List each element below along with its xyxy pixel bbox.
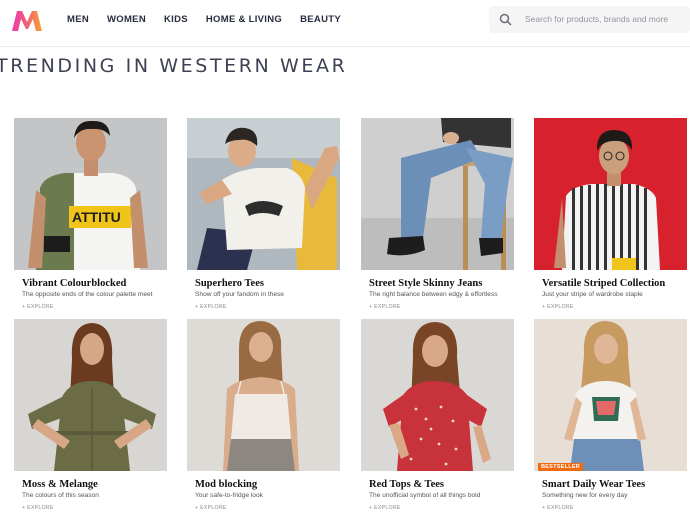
card-subtitle: Just your stripe of wardrobe staple [542, 291, 643, 298]
explore-link[interactable]: + EXPLORE [22, 304, 54, 310]
explore-link[interactable]: + EXPLORE [542, 505, 574, 511]
product-image[interactable] [534, 319, 687, 471]
card-title: Street Style Skinny Jeans [369, 278, 483, 289]
svg-text:ATTITU: ATTITU [72, 209, 121, 225]
card-subtitle: Your safe-to-fridge look [195, 492, 263, 499]
section-title: TRENDING IN WESTERN WEAR [0, 55, 348, 77]
nav-men[interactable]: MEN [67, 14, 89, 25]
card-title: Red Tops & Tees [369, 479, 444, 490]
product-image[interactable] [534, 118, 687, 270]
bestseller-badge: BESTSELLER [538, 463, 583, 471]
card-title: Moss & Melange [22, 479, 98, 490]
explore-link[interactable]: + EXPLORE [369, 505, 401, 511]
nav-kids[interactable]: KIDS [164, 14, 188, 25]
explore-link[interactable]: + EXPLORE [542, 304, 574, 310]
card-title: Mod blocking [195, 479, 258, 490]
search-placeholder: Search for products, brands and more [525, 14, 669, 24]
explore-link[interactable]: + EXPLORE [195, 304, 227, 310]
card-subtitle: The right balance between edgy & effortl… [369, 291, 498, 298]
product-image[interactable] [187, 319, 340, 471]
nav-women[interactable]: WOMEN [107, 14, 146, 25]
top-header: MEN WOMEN KIDS HOME & LIVING BEAUTY Sear… [0, 0, 690, 44]
header-divider [0, 46, 690, 47]
card-subtitle: Show off your fandom in these [195, 291, 284, 298]
product-image[interactable] [187, 118, 340, 270]
explore-link[interactable]: + EXPLORE [22, 505, 54, 511]
product-image[interactable]: ATTITU [14, 118, 167, 270]
myntra-logo[interactable] [10, 9, 44, 33]
nav-home-living[interactable]: HOME & LIVING [206, 14, 282, 25]
product-image[interactable] [361, 319, 514, 471]
nav-beauty[interactable]: BEAUTY [300, 14, 341, 25]
card-title: Vibrant Colourblocked [22, 278, 127, 289]
card-subtitle: The opposite ends of the colour palette … [22, 291, 153, 298]
product-image[interactable] [361, 118, 514, 270]
search-input[interactable]: Search for products, brands and more [489, 6, 690, 33]
explore-link[interactable]: + EXPLORE [195, 505, 227, 511]
card-subtitle: The unofficial symbol of all things bold [369, 492, 481, 499]
card-title: Smart Daily Wear Tees [542, 479, 646, 490]
product-image[interactable] [14, 319, 167, 471]
card-subtitle: Something new for every day [542, 492, 628, 499]
search-icon[interactable] [499, 13, 512, 26]
card-title: Versatile Striped Collection [542, 278, 666, 289]
explore-link[interactable]: + EXPLORE [369, 304, 401, 310]
main-nav: MEN WOMEN KIDS HOME & LIVING BEAUTY [67, 14, 359, 25]
card-subtitle: The colours of this season [22, 492, 99, 499]
card-title: Superhero Tees [195, 278, 264, 289]
